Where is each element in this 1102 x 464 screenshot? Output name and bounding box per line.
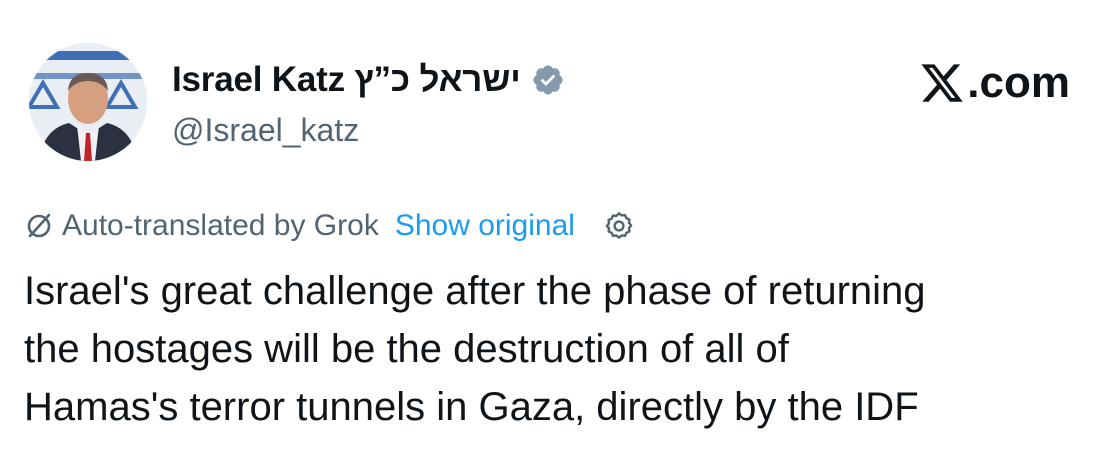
profile-photo-icon bbox=[29, 43, 147, 161]
x-logo-icon bbox=[919, 60, 965, 106]
author-name-row[interactable]: Israel Katz ישראל כ”ץ bbox=[172, 57, 565, 103]
brand-domain-label: .com bbox=[967, 58, 1070, 107]
tweet-text-line: the hostages will be the destruction of … bbox=[24, 327, 789, 371]
tweet-text-line: Hamas's terror tunnels in Gaza, directly… bbox=[24, 385, 919, 429]
tweet-text-line: Israel's great challenge after the phase… bbox=[24, 269, 926, 313]
tweet-header: Israel Katz ישראל כ”ץ @Israel_katz .com bbox=[0, 0, 1102, 180]
avatar[interactable] bbox=[29, 43, 147, 161]
x-com-brand: .com bbox=[919, 58, 1070, 108]
gear-icon[interactable] bbox=[603, 210, 635, 242]
show-original-link[interactable]: Show original bbox=[395, 209, 575, 243]
verified-badge-icon bbox=[531, 63, 565, 97]
tweet-body: Israel's great challenge after the phase… bbox=[24, 262, 1094, 436]
translate-slash-icon bbox=[24, 211, 54, 241]
translation-notice: Auto-translated by Grok Show original bbox=[24, 201, 635, 251]
translation-label: Auto-translated by Grok bbox=[62, 209, 379, 242]
author-handle[interactable]: @Israel_katz bbox=[172, 112, 359, 149]
author-display-name[interactable]: Israel Katz ישראל כ”ץ bbox=[172, 60, 521, 100]
